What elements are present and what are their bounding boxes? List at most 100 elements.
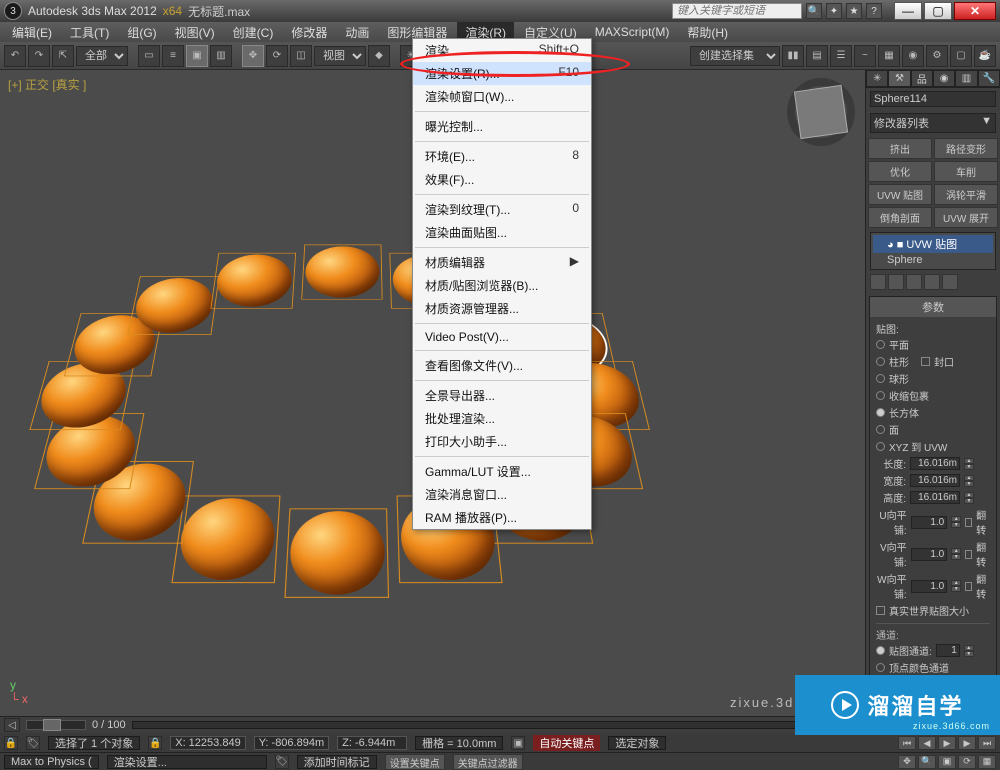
scale-button[interactable]: ◫ (290, 45, 312, 67)
mod-btn-uvwmap[interactable]: UVW 贴图 (868, 184, 932, 205)
viewport-label[interactable]: [+] 正交 [真实 ] (8, 76, 86, 93)
app-logo-icon[interactable]: 3 (4, 2, 22, 20)
map-face[interactable]: 面 (876, 421, 990, 438)
render-frame-button[interactable]: ▢ (950, 45, 972, 67)
render-setup-button[interactable]: ⚙ (926, 45, 948, 67)
key-mode-icon[interactable]: 🔒 (4, 736, 18, 750)
comm-center-icon[interactable]: ✦ (826, 3, 842, 19)
dropdown-item[interactable]: 全景导出器... (413, 384, 591, 407)
map-box[interactable]: 长方体 (876, 404, 990, 421)
link-button[interactable]: ⇱ (52, 45, 74, 67)
menu-maxscript[interactable]: MAXScript(M) (587, 23, 678, 41)
dropdown-item[interactable]: 渲染Shift+Q (413, 39, 591, 62)
undo-button[interactable]: ↶ (4, 45, 26, 67)
map-shrinkwrap[interactable]: 收缩包裹 (876, 387, 990, 404)
next-frame-button[interactable]: ▶ (958, 736, 976, 750)
select-region-button[interactable]: ▣ (186, 45, 208, 67)
favorite-icon[interactable]: ★ (846, 3, 862, 19)
dropdown-item[interactable]: 批处理渲染... (413, 407, 591, 430)
realworld-check[interactable]: 真实世界贴图大小 (876, 602, 990, 619)
mod-btn-extrude[interactable]: 挤出 (868, 138, 932, 159)
u-tile-spinner[interactable]: U向平铺:1.0▲▼翻转 (876, 506, 990, 538)
window-crossing-button[interactable]: ▥ (210, 45, 232, 67)
dropdown-item[interactable]: 材质编辑器▶ (413, 251, 591, 274)
window-minimize-button[interactable]: — (894, 2, 922, 20)
length-spinner[interactable]: 长度:16.016m▲▼ (876, 455, 990, 472)
search-icon[interactable]: 🔍 (806, 3, 822, 19)
dropdown-item[interactable]: 渲染帧窗口(W)... (413, 85, 591, 108)
nav-pan-button[interactable]: ✥ (898, 755, 916, 769)
auto-key-button[interactable]: 自动关键点 (533, 735, 600, 751)
coord-y[interactable]: Y: -806.894m (254, 736, 329, 750)
move-button[interactable]: ✥ (242, 45, 264, 67)
panel-tab-modify[interactable]: ⚒ (888, 70, 910, 87)
panel-tab-create[interactable]: ✳ (866, 70, 888, 87)
menu-tools[interactable]: 工具(T) (62, 22, 117, 43)
map-cylindrical[interactable]: 柱形 封口 (876, 353, 990, 370)
vertex-color-channel-radio[interactable]: 顶点颜色通道 (876, 659, 990, 676)
nav-orbit-button[interactable]: ⟳ (958, 755, 976, 769)
dropdown-item[interactable]: 查看图像文件(V)... (413, 354, 591, 377)
mirror-button[interactable]: ▮▮ (782, 45, 804, 67)
dropdown-item[interactable]: 材质/贴图浏览器(B)... (413, 274, 591, 297)
stack-item-uvwmap[interactable]: ◕ ■ UVW 贴图 (873, 235, 993, 253)
goto-end-button[interactable]: ⏭ (978, 736, 996, 750)
map-spherical[interactable]: 球形 (876, 370, 990, 387)
play-button[interactable]: ▶ (938, 736, 956, 750)
map-channel-radio[interactable]: 贴图通道:1▲▼ (876, 642, 990, 659)
scene-sphere[interactable] (304, 246, 380, 297)
dropdown-item[interactable]: Gamma/LUT 设置... (413, 460, 591, 483)
stack-unique-button[interactable] (906, 274, 922, 290)
dropdown-item[interactable]: 曝光控制... (413, 115, 591, 138)
coord-x[interactable]: X: 12253.849 (170, 736, 245, 750)
time-slider[interactable] (26, 720, 86, 730)
stack-remove-button[interactable] (924, 274, 940, 290)
mod-btn-turbosmooth[interactable]: 涡轮平滑 (934, 184, 998, 205)
mod-btn-lathe[interactable]: 车削 (934, 161, 998, 182)
menu-edit[interactable]: 编辑(E) (4, 22, 60, 43)
menu-help[interactable]: 帮助(H) (679, 22, 736, 43)
panel-tab-display[interactable]: ▥ (955, 70, 977, 87)
stack-config-button[interactable] (942, 274, 958, 290)
use-pivot-button[interactable]: ◆ (368, 45, 390, 67)
viewcube[interactable] (794, 85, 848, 139)
material-editor-button[interactable]: ◉ (902, 45, 924, 67)
menu-animation[interactable]: 动画 (337, 22, 377, 43)
schematic-view-button[interactable]: ▦ (878, 45, 900, 67)
map-xyzuvw[interactable]: XYZ 到 UVW (876, 438, 990, 455)
stack-item-sphere[interactable]: Sphere (873, 253, 993, 267)
dropdown-item[interactable]: 渲染曲面贴图... (413, 221, 591, 244)
redo-button[interactable]: ↷ (28, 45, 50, 67)
mod-btn-optimize[interactable]: 优化 (868, 161, 932, 182)
layers-button[interactable]: ☰ (830, 45, 852, 67)
panel-tab-hierarchy[interactable]: 品 (911, 70, 933, 87)
goto-start-button[interactable]: ⏮ (898, 736, 916, 750)
coord-z[interactable]: Z: -6.944m (337, 736, 407, 750)
dropdown-item[interactable]: 环境(E)...8 (413, 145, 591, 168)
prev-frame-button[interactable]: ◀ (918, 736, 936, 750)
render-button[interactable]: ☕ (974, 45, 996, 67)
w-tile-spinner[interactable]: W向平铺:1.0▲▼翻转 (876, 570, 990, 602)
lock-selection-icon[interactable]: 🔒 (148, 736, 162, 750)
dropdown-item[interactable]: 打印大小助手... (413, 430, 591, 453)
named-selection-select[interactable]: 创建选择集 (690, 46, 780, 66)
dropdown-item[interactable]: 渲染消息窗口... (413, 483, 591, 506)
dropdown-item[interactable]: 渲染设置(R)...F10 (413, 62, 591, 85)
dropdown-item[interactable]: RAM 播放器(P)... (413, 506, 591, 529)
set-key-button[interactable]: 设置关键点 (385, 754, 445, 770)
mod-btn-bevelprofile[interactable]: 倒角剖面 (868, 207, 932, 228)
align-button[interactable]: ▤ (806, 45, 828, 67)
tag-icon[interactable]: 🏷 (26, 736, 40, 750)
window-maximize-button[interactable]: ▢ (924, 2, 952, 20)
width-spinner[interactable]: 宽度:16.016m▲▼ (876, 472, 990, 489)
menu-group[interactable]: 组(G) (119, 22, 164, 43)
select-object-button[interactable]: ▭ (138, 45, 160, 67)
menu-create[interactable]: 创建(C) (225, 22, 282, 43)
key-filters-button[interactable]: 关键点过滤器 (453, 754, 523, 770)
window-close-button[interactable]: ✕ (954, 2, 996, 20)
selset-label[interactable]: 选定对象 (608, 736, 666, 750)
menu-views[interactable]: 视图(V) (167, 22, 223, 43)
time-slider-left-icon[interactable]: ◁ (4, 718, 20, 732)
mod-btn-pathdeform[interactable]: 路径变形 (934, 138, 998, 159)
nav-zoom-extents-button[interactable]: ▣ (938, 755, 956, 769)
